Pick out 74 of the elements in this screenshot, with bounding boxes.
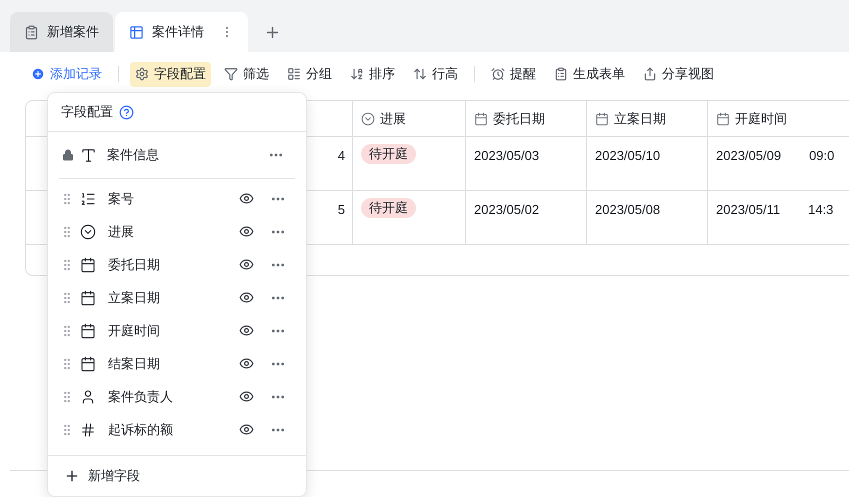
row-height-icon: [413, 67, 427, 81]
help-icon[interactable]: [119, 104, 134, 120]
hash-icon: [80, 422, 96, 438]
calendar-icon: [474, 112, 488, 126]
sort-icon: [350, 67, 364, 81]
toolbar-button[interactable]: 生成表单: [549, 62, 630, 86]
tab[interactable]: 新增案件: [10, 12, 113, 52]
table-cell: 2023/05/03: [474, 148, 540, 163]
tab[interactable]: 案件详情: [115, 12, 248, 52]
calendar-icon: [716, 112, 730, 126]
eye-icon[interactable]: [239, 389, 254, 404]
calendar-icon: [80, 322, 96, 338]
add-tab-icon[interactable]: [264, 24, 281, 41]
calendar-icon: [80, 356, 96, 372]
table-icon: [129, 24, 144, 40]
field-row[interactable]: 委托日期: [48, 248, 306, 281]
field-row[interactable]: 案件信息: [48, 132, 306, 178]
plus-icon: [64, 468, 80, 484]
person-icon: [80, 388, 96, 404]
share-icon: [643, 67, 657, 81]
text-field-icon: [80, 146, 97, 164]
eye-icon[interactable]: [239, 323, 254, 338]
table-cell-text: 5: [338, 201, 345, 219]
add-field-button[interactable]: 新增字段: [48, 455, 306, 496]
eye-icon[interactable]: [239, 224, 254, 239]
settings-icon: [135, 67, 149, 81]
eye-icon[interactable]: [239, 257, 254, 272]
add-icon: [31, 67, 45, 81]
field-row[interactable]: 案号: [48, 182, 306, 215]
calendar-icon: [80, 290, 96, 306]
field-row[interactable]: 进展: [48, 215, 306, 248]
lock-icon: [62, 149, 74, 161]
calendar-icon: [595, 112, 609, 126]
toolbar-button[interactable]: 行高: [408, 62, 463, 86]
numbered-list-icon: [80, 190, 96, 206]
table-cell: 2023/05/08: [595, 202, 660, 217]
table-cell: 2023/05/10: [595, 148, 660, 163]
calendar-icon: [80, 256, 96, 272]
panel-title: 字段配置: [61, 103, 113, 122]
eye-icon[interactable]: [239, 290, 254, 305]
field-row[interactable]: 立案日期: [48, 281, 306, 314]
table-cell-text: 09:0: [809, 147, 834, 165]
toolbar-button[interactable]: 排序: [345, 62, 400, 86]
clipboard-icon: [554, 67, 568, 81]
field-row[interactable]: 结案日期: [48, 347, 306, 380]
toolbar-button[interactable]: 筛选: [219, 62, 274, 86]
filter-icon: [224, 67, 238, 81]
table-cell-text: 2023/05/11: [716, 201, 780, 219]
toolbar-button[interactable]: 添加记录: [26, 62, 107, 86]
list-icon: [287, 67, 301, 81]
toolbar-button[interactable]: 提醒: [486, 62, 541, 86]
column-header[interactable]: 开庭时间: [708, 101, 849, 136]
field-row[interactable]: 起诉标的额: [48, 413, 306, 446]
field-row[interactable]: 开庭时间: [48, 314, 306, 347]
table-cell-text: 4: [338, 147, 345, 165]
toolbar-button[interactable]: 分组: [282, 62, 337, 86]
chevron-circle-icon: [361, 112, 375, 126]
column-header[interactable]: 立案日期: [587, 101, 708, 136]
eye-icon[interactable]: [239, 356, 254, 371]
column-header[interactable]: 委托日期: [466, 101, 587, 136]
clipboard-icon: [24, 24, 39, 40]
field-row[interactable]: 案件负责人: [48, 380, 306, 413]
eye-icon[interactable]: [239, 191, 254, 206]
chevron-circle-icon: [80, 224, 96, 240]
table-cell-text: 14:3: [808, 201, 834, 219]
toolbar-button[interactable]: 分享视图: [638, 62, 719, 86]
toolbar-button[interactable]: 字段配置: [130, 62, 211, 86]
status-tag: 待开庭: [361, 198, 416, 218]
column-header[interactable]: 进展: [353, 101, 466, 136]
status-tag: 待开庭: [361, 144, 416, 164]
table-cell: 2023/05/02: [474, 202, 540, 217]
table-cell-text: 2023/05/09: [716, 147, 782, 165]
alarm-clock-icon: [491, 67, 505, 81]
eye-icon[interactable]: [239, 422, 254, 437]
